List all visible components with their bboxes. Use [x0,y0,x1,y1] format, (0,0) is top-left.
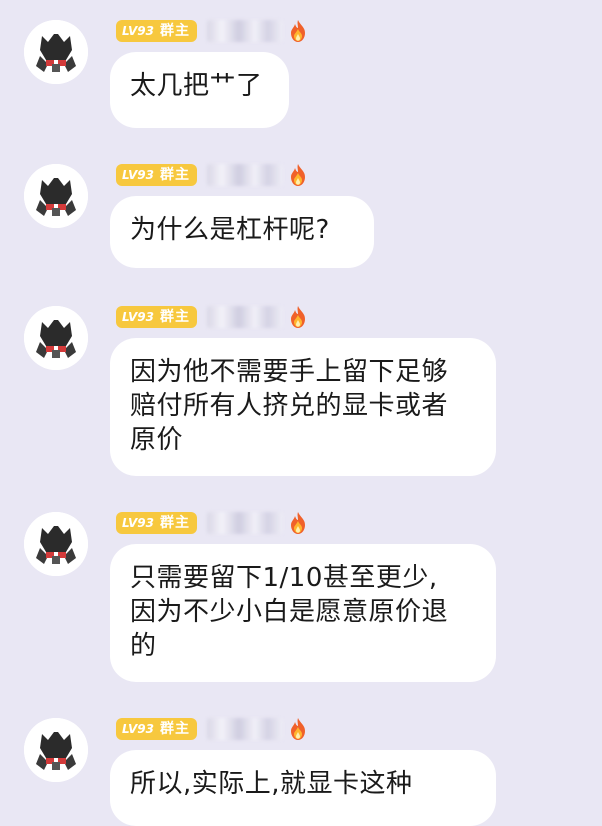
nickname-blurred[interactable] [206,164,283,186]
level-badge: LV93 群主 [116,164,197,186]
level-label: LV93 [122,24,154,38]
level-badge: LV93 群主 [116,512,197,534]
level-badge: LV93 群主 [116,20,197,42]
avatar[interactable] [24,164,88,228]
message-bubble[interactable]: 为什么是杠杆呢? [110,196,374,268]
level-label: LV93 [122,516,154,530]
sender-meta: LV93 群主 [116,306,309,328]
role-label: 群主 [159,167,190,183]
role-label: 群主 [159,23,190,39]
nickname-blurred[interactable] [206,718,283,740]
sender-meta: LV93 群主 [116,512,309,534]
sender-meta: LV93 群主 [116,20,309,42]
role-label: 群主 [159,721,190,737]
sender-meta: LV93 群主 [116,718,309,740]
fire-icon [287,511,309,535]
message-bubble[interactable]: 因为他不需要手上留下足够 赔付所有人挤兑的显卡或者 原价 [110,338,496,476]
nickname-blurred[interactable] [206,20,283,42]
avatar[interactable] [24,512,88,576]
role-label: 群主 [159,309,190,325]
avatar[interactable] [24,306,88,370]
message-bubble[interactable]: 所以,实际上,就显卡这种 [110,750,496,826]
level-badge: LV93 群主 [116,306,197,328]
avatar[interactable] [24,20,88,84]
nickname-blurred[interactable] [206,306,283,328]
fire-icon [287,305,309,329]
nickname-blurred[interactable] [206,512,283,534]
fire-icon [287,163,309,187]
level-label: LV93 [122,310,154,324]
level-label: LV93 [122,722,154,736]
message-bubble[interactable]: 太几把艹了 [110,52,289,128]
fire-icon [287,717,309,741]
sender-meta: LV93 群主 [116,164,309,186]
message-bubble[interactable]: 只需要留下1/10甚至更少, 因为不少小白是愿意原价退 的 [110,544,496,682]
avatar[interactable] [24,718,88,782]
role-label: 群主 [159,515,190,531]
level-label: LV93 [122,168,154,182]
chat-message-list[interactable]: LV93 群主 太几把艹了 LV93 群主 为什么是杠杆呢? LV93 群主 因… [0,0,602,826]
level-badge: LV93 群主 [116,718,197,740]
fire-icon [287,19,309,43]
